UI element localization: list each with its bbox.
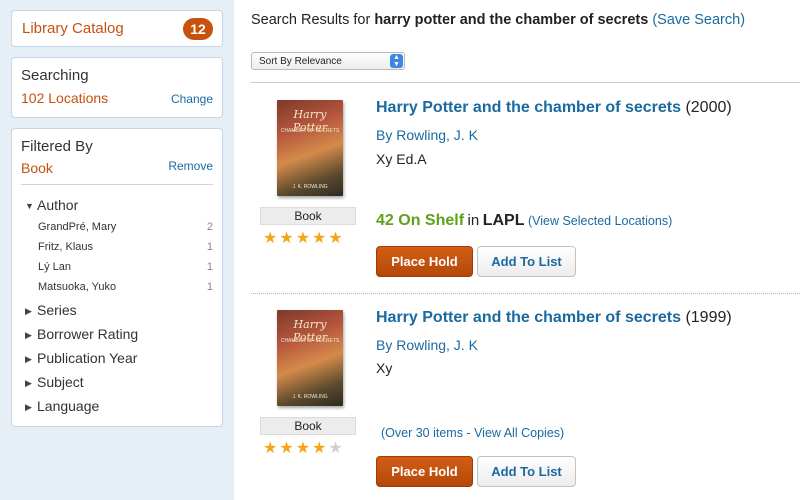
sidebar: Library Catalog 12 Searching 102 Locatio… xyxy=(0,0,234,500)
sort-select[interactable]: Sort By Relevance ▲ ▼ xyxy=(251,52,405,70)
triangle-right-icon: ▶ xyxy=(25,306,32,316)
facet-item-count: 2 xyxy=(206,221,213,233)
filtered-by-panel: Filtered By Book Remove ▼ Author GrandPré… xyxy=(11,128,223,427)
edition-text: Xy Ed.A xyxy=(376,151,427,167)
place-hold-button[interactable]: Place Hold xyxy=(376,246,473,277)
star-icon: ★ xyxy=(312,440,329,457)
book-cover[interactable]: Harry Potter CHAMBER OF SECRETS J. K. RO… xyxy=(277,100,343,196)
facet-item-count: 1 xyxy=(206,281,213,293)
facet-publication-year[interactable]: ▶ Publication Year xyxy=(25,350,137,366)
select-arrows-icon: ▲ ▼ xyxy=(390,54,403,68)
title-link[interactable]: Harry Potter and the chamber of secrets xyxy=(376,99,681,116)
add-to-list-button[interactable]: Add To List xyxy=(477,246,576,277)
author-link[interactable]: By Rowling, J. K xyxy=(376,127,478,143)
add-to-list-button[interactable]: Add To List xyxy=(477,456,576,487)
triangle-right-icon: ▶ xyxy=(25,402,32,412)
library-name: LAPL xyxy=(482,212,525,229)
result-item: Harry Potter CHAMBER OF SECRETS J. K. RO… xyxy=(251,83,800,283)
facet-label: Subject xyxy=(37,374,84,390)
triangle-right-icon: ▶ xyxy=(25,354,32,364)
star-empty-icon: ★ xyxy=(328,440,345,457)
cover-author: J. K. ROWLING xyxy=(292,184,328,190)
facet-label: Author xyxy=(37,197,79,213)
filtered-by-heading: Filtered By xyxy=(21,138,93,155)
facet-label: Borrower Rating xyxy=(37,326,139,342)
author-facet-item[interactable]: Fritz, Klaus 1 xyxy=(38,241,213,253)
cover-author: J. K. ROWLING xyxy=(292,394,328,400)
result-item: Harry Potter CHAMBER OF SECRETS J. K. RO… xyxy=(251,293,800,493)
searching-heading: Searching xyxy=(21,67,89,84)
facet-borrower-rating[interactable]: ▶ Borrower Rating xyxy=(25,326,138,342)
star-icon: ★ xyxy=(279,440,296,457)
result-title: Harry Potter and the chamber of secrets … xyxy=(376,99,732,117)
locations-value: 102 Locations xyxy=(21,90,109,106)
search-query: harry potter and the chamber of secrets xyxy=(374,12,649,28)
availability: 42 On Shelf in LAPL (View Selected Locat… xyxy=(376,212,672,230)
header-prefix: Search Results for xyxy=(251,12,371,28)
in-text: in xyxy=(467,212,480,229)
star-icon: ★ xyxy=(328,230,345,247)
facet-series[interactable]: ▶ Series xyxy=(25,302,77,318)
view-selected-locations-link[interactable]: (View Selected Locations) xyxy=(528,214,672,228)
save-search-label: Save Search xyxy=(657,12,741,28)
result-year: (2000) xyxy=(685,99,732,116)
author-facet-item[interactable]: GrandPré, Mary 2 xyxy=(38,221,213,233)
searching-panel: Searching 102 Locations Change xyxy=(11,57,223,118)
facet-label: Series xyxy=(37,302,77,318)
catalog-count-badge: 12 xyxy=(183,18,213,40)
on-shelf-count: 42 On Shelf xyxy=(376,212,465,229)
filter-value: Book xyxy=(21,160,53,176)
book-cover[interactable]: Harry Potter CHAMBER OF SECRETS J. K. RO… xyxy=(277,310,343,406)
library-catalog-label: Library Catalog xyxy=(22,20,124,37)
author-link[interactable]: By Rowling, J. K xyxy=(376,337,478,353)
sort-selected-value: Sort By Relevance xyxy=(259,56,342,67)
search-results-header: Search Results for harry potter and the … xyxy=(251,12,745,28)
facet-item-name: Lý Lan xyxy=(38,261,72,273)
facet-item-count: 1 xyxy=(206,261,213,273)
cover-subtitle: CHAMBER OF SECRETS xyxy=(280,128,340,134)
facet-item-name: Fritz, Klaus xyxy=(38,241,94,253)
change-locations-link[interactable]: Change xyxy=(171,92,213,106)
triangle-right-icon: ▶ xyxy=(25,378,32,388)
facet-label: Language xyxy=(37,398,100,414)
title-link[interactable]: Harry Potter and the chamber of secrets xyxy=(376,309,681,326)
remove-filter-link[interactable]: Remove xyxy=(168,159,213,173)
format-label: Book xyxy=(260,417,356,435)
star-icon: ★ xyxy=(263,230,280,247)
library-catalog-tab[interactable]: Library Catalog 12 xyxy=(11,10,223,47)
facet-author[interactable]: ▼ Author xyxy=(25,197,78,213)
cover-subtitle: CHAMBER OF SECRETS xyxy=(280,338,340,344)
rating-stars[interactable]: ★★★★★ xyxy=(263,438,345,458)
view-all-copies-link[interactable]: (Over 30 items - View All Copies) xyxy=(381,426,564,440)
facet-language[interactable]: ▶ Language xyxy=(25,398,99,414)
star-icon: ★ xyxy=(295,440,313,457)
facet-subject[interactable]: ▶ Subject xyxy=(25,374,84,390)
save-search-link[interactable]: (Save Search) xyxy=(652,12,745,28)
format-label: Book xyxy=(260,207,356,225)
edition-text: Xy xyxy=(376,360,393,376)
triangle-down-icon: ▼ xyxy=(25,201,34,211)
star-icon: ★ xyxy=(263,440,280,457)
facet-item-count: 1 xyxy=(206,241,213,253)
triangle-right-icon: ▶ xyxy=(25,330,32,340)
facet-item-name: GrandPré, Mary xyxy=(38,221,117,233)
author-facet-item[interactable]: Matsuoka, Yuko 1 xyxy=(38,281,213,293)
star-icon: ★ xyxy=(295,230,313,247)
star-icon: ★ xyxy=(279,230,296,247)
facet-item-name: Matsuoka, Yuko xyxy=(38,281,117,293)
result-year: (1999) xyxy=(685,309,732,326)
facet-label: Publication Year xyxy=(37,350,138,366)
rating-stars[interactable]: ★★★★★ xyxy=(263,228,345,248)
place-hold-button[interactable]: Place Hold xyxy=(376,456,473,487)
author-facet-item[interactable]: Lý Lan 1 xyxy=(38,261,213,273)
divider xyxy=(21,184,213,185)
star-icon: ★ xyxy=(312,230,329,247)
result-title: Harry Potter and the chamber of secrets … xyxy=(376,309,732,327)
